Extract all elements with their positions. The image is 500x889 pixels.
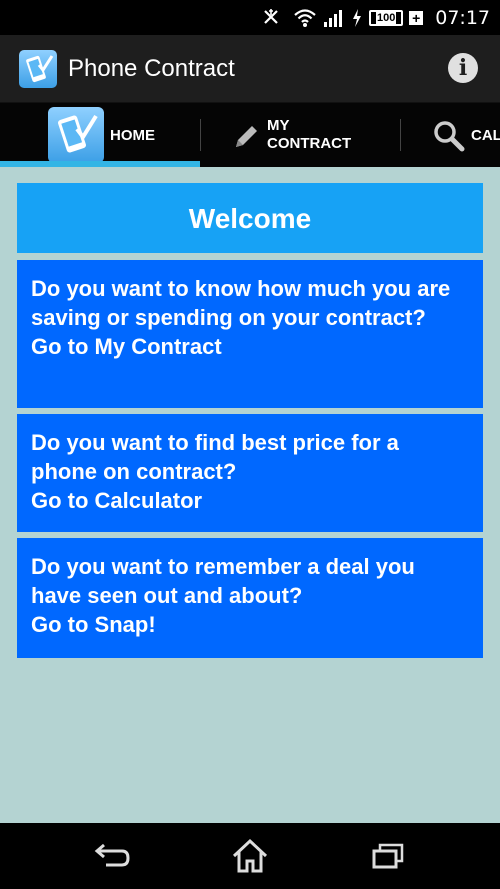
- search-icon: [434, 121, 465, 152]
- tab-home-label: HOME: [110, 127, 155, 144]
- status-bar: 100 + 07:17: [0, 0, 500, 35]
- back-button[interactable]: [82, 835, 142, 877]
- card-link: Go to Calculator: [31, 488, 203, 513]
- card-link: Go to My Contract: [31, 334, 222, 359]
- phone-check-icon: [48, 107, 104, 163]
- tab-calculator[interactable]: CAL: [401, 103, 500, 167]
- wifi-icon: [294, 8, 316, 27]
- phone-check-icon: [26, 55, 54, 83]
- card-question: Do you want to find best price for a pho…: [31, 430, 399, 484]
- tab-bar: HOME MY CONTRACT CAL: [0, 103, 500, 167]
- signal-icon: [324, 9, 343, 27]
- app-logo: [19, 50, 57, 88]
- tab-calculator-label: CAL: [471, 127, 500, 144]
- action-bar: Phone Contract i: [0, 35, 500, 103]
- card-question: Do you want to know how much you are sav…: [31, 276, 451, 330]
- calculator-card[interactable]: Do you want to find best price for a pho…: [17, 414, 483, 532]
- pencil-icon: [236, 126, 257, 147]
- recent-apps-button[interactable]: [358, 835, 418, 877]
- home-button[interactable]: [220, 835, 280, 877]
- recent-apps-icon: [372, 843, 404, 869]
- tab-home[interactable]: HOME: [0, 103, 200, 167]
- tab-my-contract-line2: CONTRACT: [267, 135, 352, 152]
- card-link: Go to Snap!: [31, 612, 156, 637]
- back-icon: [94, 843, 130, 867]
- tab-my-contract[interactable]: MY CONTRACT: [200, 103, 400, 167]
- info-icon: i: [458, 55, 468, 81]
- my-contract-card[interactable]: Do you want to know how much you are sav…: [17, 260, 483, 408]
- tab-my-contract-line1: MY: [267, 117, 290, 134]
- status-time: 07:17: [435, 6, 490, 29]
- welcome-banner: Welcome: [17, 183, 483, 253]
- nav-bar: [0, 823, 500, 889]
- snap-card[interactable]: Do you want to remember a deal you have …: [17, 538, 483, 658]
- battery-level: 100: [376, 11, 397, 24]
- battery-icon: 100: [369, 9, 404, 26]
- info-button[interactable]: i: [448, 53, 478, 83]
- card-question: Do you want to remember a deal you have …: [31, 554, 415, 608]
- battery-plus: +: [409, 10, 424, 25]
- status-icons: 100 + 07:17: [261, 0, 500, 35]
- charging-icon: [353, 8, 362, 27]
- home-icon: [232, 838, 268, 873]
- app-title: Phone Contract: [68, 55, 235, 82]
- nfc-icon: [264, 8, 279, 24]
- tab-indicator: [0, 161, 200, 167]
- tab-my-contract-label: MY CONTRACT: [267, 117, 351, 153]
